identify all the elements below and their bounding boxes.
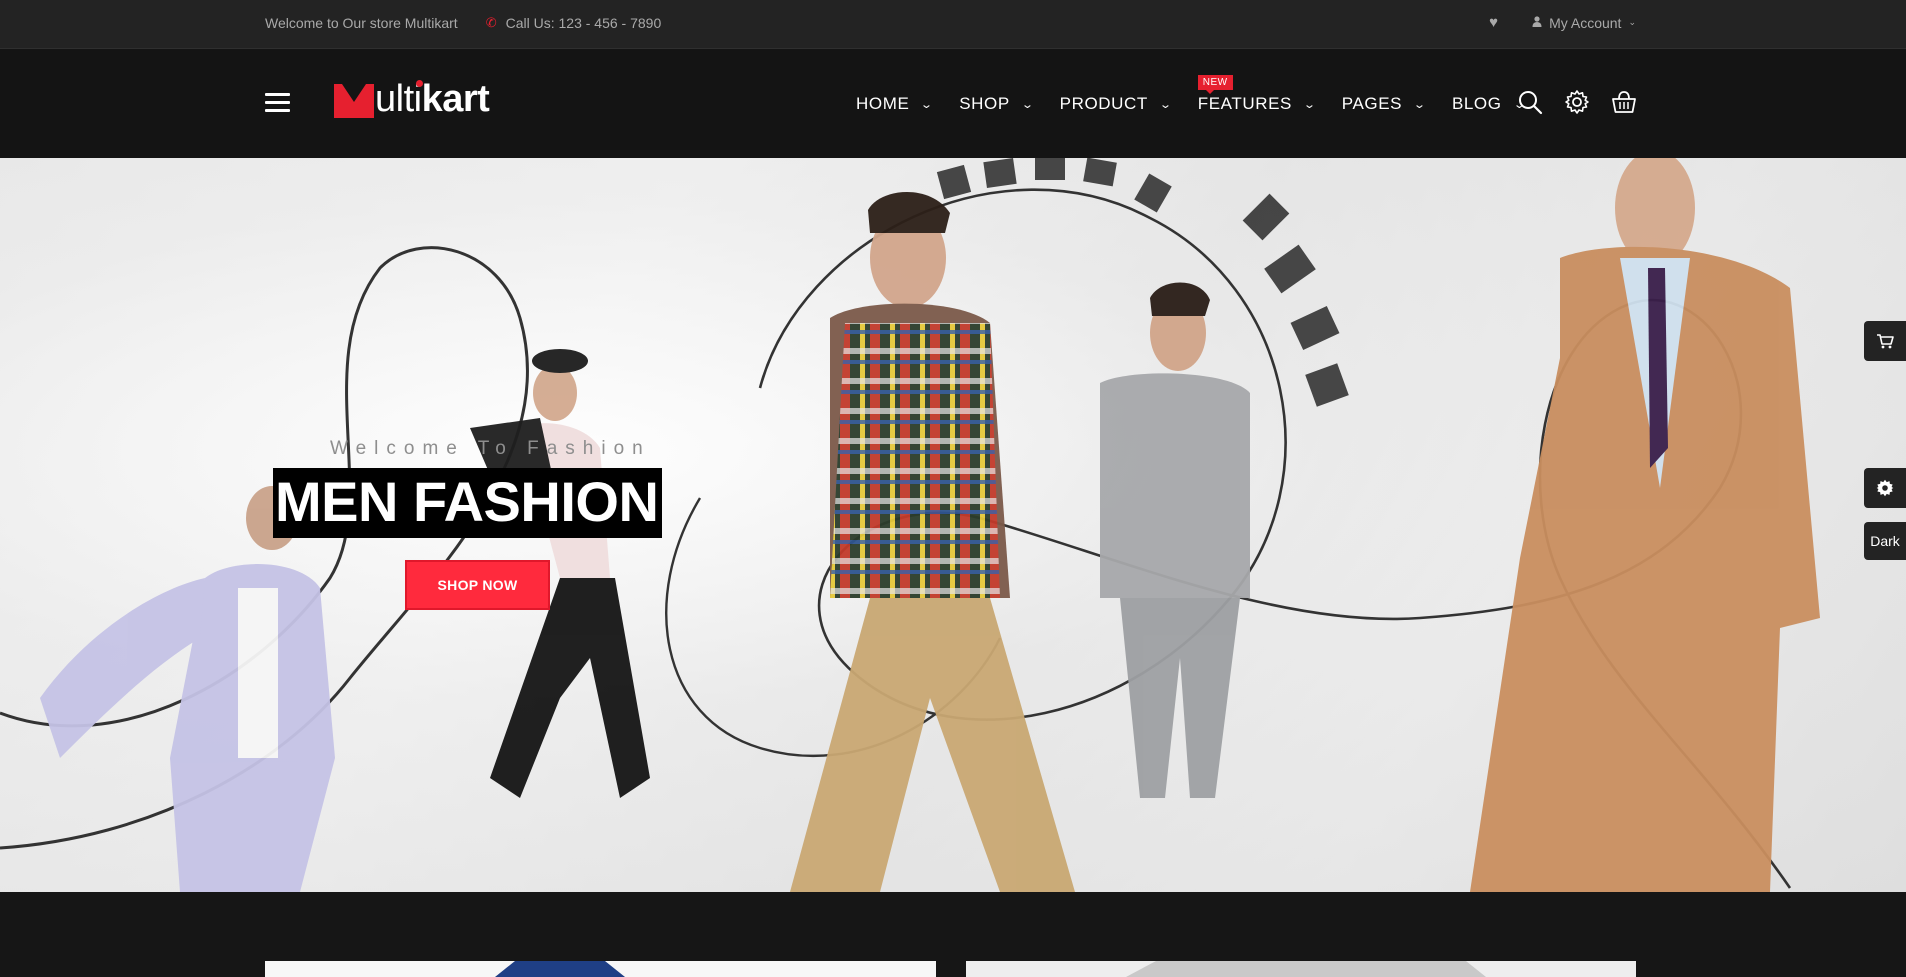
logo[interactable]: ult ikart [334, 78, 490, 120]
search-icon[interactable] [1517, 89, 1543, 115]
heart-icon[interactable]: ♥ [1489, 14, 1498, 31]
top-bar-left: Welcome to Our store Multikart ✆ Call Us… [265, 15, 661, 31]
dark-mode-toggle[interactable]: Dark [1864, 522, 1906, 560]
below-hero-section [0, 892, 1906, 977]
hero-title: MEN FASHION [273, 468, 663, 538]
phone-info: ✆ Call Us: 123 - 456 - 7890 [486, 15, 662, 31]
nav-features[interactable]: NEW FEATURES ⌄ [1197, 75, 1317, 114]
chevron-down-icon: ⌄ [1302, 98, 1317, 111]
chevron-down-icon: ⌄ [1158, 98, 1173, 111]
my-account-label: My Account [1549, 14, 1622, 31]
collection-banner-right-image [966, 961, 1636, 977]
cart-icon [1877, 334, 1894, 349]
collection-banner-left-image [265, 961, 936, 977]
logo-text: ult ikart [375, 78, 490, 120]
side-settings-button[interactable] [1864, 468, 1906, 508]
basket-icon[interactable] [1611, 89, 1637, 115]
nav-shop[interactable]: SHOP ⌄ [959, 94, 1035, 114]
collection-banner-left[interactable] [265, 961, 936, 977]
collection-banner-right[interactable] [966, 961, 1636, 977]
user-icon [1532, 15, 1542, 30]
menu-icon[interactable] [265, 93, 290, 115]
shop-now-button[interactable]: SHOP NOW [405, 560, 550, 610]
side-cart-button[interactable] [1864, 321, 1906, 361]
my-account-dropdown[interactable]: My Account ⌄ [1532, 15, 1636, 31]
welcome-text: Welcome to Our store Multikart [265, 15, 458, 31]
logo-m-mark [334, 84, 374, 118]
nav-pages[interactable]: PAGES ⌄ [1342, 94, 1427, 114]
nav-home[interactable]: HOME ⌄ [856, 94, 935, 114]
nav-product[interactable]: PRODUCT ⌄ [1060, 94, 1173, 114]
hero-subtitle: Welcome To Fashion [330, 438, 651, 459]
chevron-down-icon: ⌄ [1413, 98, 1427, 111]
header-icons [1517, 89, 1658, 115]
chevron-down-icon: ⌄ [920, 98, 935, 111]
main-nav: HOME ⌄ SHOP ⌄ PRODUCT ⌄ NEW FEATURES ⌄ PAGES… [856, 75, 1551, 114]
phone-icon: ✆ [485, 15, 497, 30]
main-header: ult ikart HOME ⌄ SHOP ⌄ PRODUCT ⌄ NEW FEATUR… [0, 49, 1906, 158]
phone-text: Call Us: 123 - 456 - 7890 [505, 15, 662, 31]
gear-icon [1876, 479, 1894, 497]
top-bar-right: ♥ My Account ⌄ [1489, 14, 1636, 31]
chevron-down-icon: ⌄ [1020, 98, 1035, 111]
new-badge: NEW [1197, 75, 1233, 94]
chevron-down-icon: ⌄ [1628, 17, 1636, 27]
gear-icon[interactable] [1564, 89, 1590, 115]
nav-blog[interactable]: BLOG ⌄ [1452, 94, 1526, 114]
top-bar: Welcome to Our store Multikart ✆ Call Us… [0, 0, 1906, 49]
hero-banner: Welcome To Fashion MEN FASHION SHOP NOW [0, 158, 1906, 892]
